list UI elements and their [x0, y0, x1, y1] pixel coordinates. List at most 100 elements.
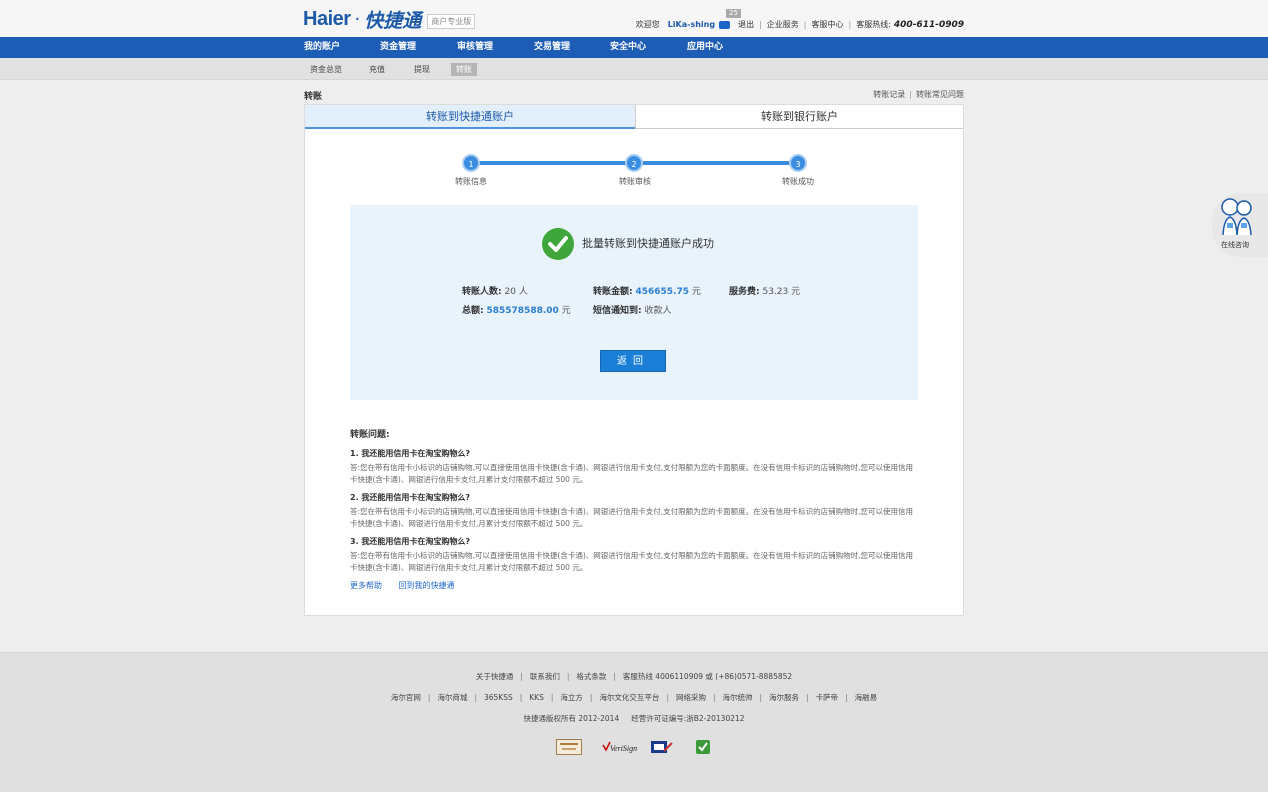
footer-partner-link[interactable]: 网络采购: [676, 693, 706, 702]
divider: |: [550, 693, 554, 702]
transfer-faq-link[interactable]: 转账常见问题: [916, 90, 964, 99]
step-label-info: 转账信息: [455, 177, 487, 186]
nav-apps[interactable]: 应用中心: [687, 37, 723, 58]
transfer-amount: 转账金额: 456655.75 元: [593, 284, 701, 297]
footer-row-3: 快捷通版权所有 2012-2014 经营许可证编号:浙B2-20130212: [0, 713, 1268, 724]
fee-value: 53.23: [762, 287, 789, 297]
service-fee: 服务费: 53.23 元: [729, 284, 800, 297]
sms-notify: 短信通知到: 收款人: [593, 303, 672, 316]
subnav-transfer[interactable]: 转账: [451, 63, 477, 76]
faq-answer: 答:您在带有信用卡小标识的店铺购物,可以直接使用信用卡快捷(含卡通)、网银进行信…: [350, 463, 914, 484]
divider: |: [848, 20, 852, 29]
nav-my-account[interactable]: 我的账户: [304, 37, 340, 58]
sms-value: 收款人: [644, 306, 672, 316]
nav-security[interactable]: 安全中心: [610, 37, 646, 58]
success-check-icon: [542, 228, 574, 260]
total-value: 585578588.00: [486, 306, 559, 316]
footer-partner-link[interactable]: 海融易: [855, 693, 878, 702]
faq-title: 转账问题:: [350, 430, 390, 440]
nav-audit[interactable]: 审核管理: [457, 37, 493, 58]
back-home-link[interactable]: 回到我的快捷通: [399, 581, 455, 590]
divider: |: [845, 693, 848, 702]
back-button[interactable]: 返回: [600, 350, 666, 372]
sub-nav: 资金总览 充值 提现 转账: [0, 58, 1268, 80]
trust-badge-icon[interactable]: [695, 739, 713, 755]
verisign-text: VeriSign: [610, 744, 637, 753]
subnav-overview[interactable]: 资金总览: [305, 63, 347, 76]
divider: |: [427, 693, 431, 702]
count-unit: 人: [518, 287, 528, 297]
divider: |: [909, 90, 912, 99]
online-service-widget[interactable]: 在线咨询: [1212, 193, 1268, 257]
faq-answer: 答:您在带有信用卡小标识的店铺购物,可以直接使用信用卡快捷(含卡通)、网银进行信…: [350, 507, 914, 528]
tab-to-bank-account[interactable]: 转账到银行账户: [635, 105, 963, 129]
username-link[interactable]: LiKa-shing: [668, 20, 715, 29]
count-value: 20: [504, 287, 516, 297]
transfer-count: 转账人数: 20 人: [462, 284, 528, 297]
header: Haier · 快捷通 商户专业版 25 欢迎您 LiKa-shing 退出 |…: [0, 0, 1268, 37]
divider: |: [589, 693, 593, 702]
step-circle-3: 3: [789, 154, 807, 172]
support-link[interactable]: 客服中心: [812, 19, 844, 30]
result-box: 批量转账到快捷通账户成功 转账人数: 20 人 转账金额: 456655.75 …: [350, 205, 918, 400]
subnav-withdraw[interactable]: 提现: [409, 63, 435, 76]
divider: |: [759, 693, 763, 702]
footer-partner-link[interactable]: 海立方: [560, 693, 583, 702]
total-unit: 元: [561, 306, 571, 316]
sms-label: 短信通知到:: [593, 306, 642, 316]
faq-links: 更多帮助 回到我的快捷通: [350, 580, 920, 591]
online-service-label: 在线咨询: [1221, 241, 1249, 249]
mail-count-badge: 25: [726, 9, 741, 18]
logo[interactable]: Haier · 快捷通 商户专业版: [303, 7, 476, 32]
mail-icon[interactable]: [719, 20, 731, 29]
nav-funds[interactable]: 资金管理: [380, 37, 416, 58]
enterprise-link[interactable]: 企业服务: [767, 19, 799, 30]
faq-question: 3. 我还能用信用卡在淘宝购物么?: [350, 537, 471, 546]
footer-partner-link[interactable]: 海尔统帅: [723, 693, 753, 702]
customer-service-icon: [1221, 198, 1252, 236]
divider: |: [566, 672, 570, 681]
logout-link[interactable]: 退出: [738, 19, 754, 30]
page-title: 转账: [304, 92, 323, 102]
footer-link-about[interactable]: 关于快捷通: [476, 672, 514, 681]
footer-link-terms[interactable]: 格式条款: [576, 672, 606, 681]
subnav-recharge[interactable]: 充值: [364, 63, 390, 76]
footer-partner-link[interactable]: KKS: [529, 693, 544, 702]
nav-trade[interactable]: 交易管理: [534, 37, 570, 58]
tab-to-kjt-account[interactable]: 转账到快捷通账户: [305, 105, 635, 129]
footer-row-2: 海尔官网 | 海尔商城 | 365KSS | KKS | 海立方 | 海尔文化交互平台 | 网络采购 | 海…: [0, 692, 1268, 703]
count-label: 转账人数:: [462, 287, 502, 297]
footer-partner-link[interactable]: 海尔商城: [437, 693, 467, 702]
transfer-tabs: 转账到快捷通账户 转账到银行账户: [305, 105, 963, 129]
crumb-links: 转账记录 | 转账常见问题: [873, 89, 964, 100]
footer-partner-link[interactable]: 卡萨帝: [816, 693, 839, 702]
footer-partner-link[interactable]: 海尔文化交互平台: [599, 693, 659, 702]
amount-label: 转账金额:: [593, 287, 633, 297]
footer-link-contact[interactable]: 联系我们: [530, 672, 560, 681]
more-help-link[interactable]: 更多帮助: [350, 581, 382, 590]
footer: 关于快捷通 | 联系我们 | 格式条款 | 客服热线 4006110909 或 (+86)0…: [0, 652, 1268, 792]
step-label-audit: 转账审核: [619, 177, 651, 186]
transfer-records-link[interactable]: 转账记录: [873, 90, 905, 99]
brand-logo: Haier: [303, 7, 351, 30]
welcome-text: 欢迎您: [635, 20, 660, 29]
security-badge-icon[interactable]: [650, 739, 674, 755]
footer-partner-link[interactable]: 海尔服务: [769, 693, 799, 702]
faq-question: 2. 我还能用信用卡在淘宝购物么?: [350, 493, 471, 502]
divider: |: [759, 20, 762, 29]
verisign-icon[interactable]: VeriSign: [601, 739, 637, 755]
transfer-panel: 转账到快捷通账户 转账到银行账户 1 2 3 转账信息 转账审核 转账成功 批量…: [304, 104, 964, 616]
license-number: 经营许可证编号:浙B2-20130212: [631, 714, 745, 723]
brand-dot: ·: [354, 8, 361, 30]
footer-partner-link[interactable]: 海尔官网: [391, 693, 421, 702]
edition-badge: 商户专业版: [427, 13, 476, 29]
top-links: 欢迎您 LiKa-shing 退出 | 企业服务 | 客服中心 | 客服热线: …: [636, 19, 964, 30]
step-circle-1: 1: [462, 154, 480, 172]
divider: |: [613, 672, 616, 681]
brand-cn: 快捷通: [364, 9, 422, 32]
divider: |: [806, 693, 809, 702]
faq-answer: 答:您在带有信用卡小标识的店铺购物,可以直接使用信用卡快捷(含卡通)、网银进行信…: [350, 551, 914, 572]
footer-row-1: 关于快捷通 | 联系我们 | 格式条款 | 客服热线 4006110909 或 (+86)0…: [0, 671, 1268, 682]
footer-partner-link[interactable]: 365KSS: [484, 693, 513, 702]
cert-badge-icon[interactable]: [556, 739, 582, 755]
